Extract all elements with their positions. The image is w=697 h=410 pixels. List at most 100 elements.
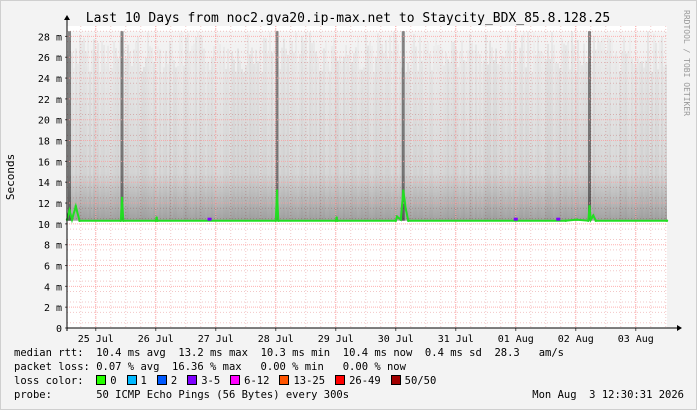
loss-marker [556, 217, 561, 221]
loss-color-swatch [187, 375, 198, 385]
data-point [395, 215, 399, 218]
packet-loss-values: 0.07 % avg 16.36 % max 0.00 % min 0.00 %… [96, 361, 406, 373]
data-point [402, 189, 405, 192]
loss-color-legend: 0 1 2 3-5 6-12 13-25 26-49 50/50 [96, 375, 446, 387]
loss-marker [513, 217, 518, 221]
loss-color-item-label: 6-12 [244, 375, 270, 387]
x-tick-label: 30 Jul [378, 334, 414, 345]
data-point [156, 219, 159, 222]
y-tick-label: 0 [56, 324, 62, 335]
x-axis-arrow [677, 325, 682, 331]
data-point [122, 219, 125, 222]
data-point [74, 204, 77, 208]
loss-color-item: 3-5 [187, 375, 220, 387]
probe-description: 50 ICMP Echo Pings (56 Bytes) every 300s [96, 389, 350, 401]
loss-color-item: 0 [96, 375, 117, 387]
data-point [564, 219, 567, 222]
plot-area: 0 2 m 4 m 6 m 8 m 10 m 12 m 14 m 16 m 18 m 20 m 22 … [38, 15, 682, 345]
loss-color-item: 26-49 [335, 375, 381, 387]
loss-color-item-label: 0 [110, 375, 117, 387]
y-tick-label: 18 m [38, 137, 62, 148]
x-tick-label: 25 Jul [78, 334, 114, 345]
packet-loss-row: packet loss: 0.07 % avg 16.36 % max 0.00… [14, 361, 406, 374]
packet-loss-label: packet loss: [14, 361, 90, 373]
loss-color-swatch [126, 375, 137, 385]
data-point [274, 219, 277, 222]
smoke-spike [120, 31, 124, 221]
probe-label: probe: [14, 389, 52, 401]
y-tick-label: 14 m [38, 178, 62, 189]
x-tick-label: 03 Aug [618, 334, 654, 345]
data-point [592, 214, 595, 217]
loss-color-item-label: 26-49 [349, 375, 381, 387]
data-point [407, 219, 410, 222]
y-tick-label: 6 m [44, 262, 62, 273]
y-tick-label: 4 m [44, 282, 62, 293]
y-tick-label: 20 m [38, 116, 62, 127]
data-point [335, 216, 338, 219]
y-tick-label: 12 m [38, 199, 62, 210]
y-tick-label: 22 m [38, 95, 62, 106]
x-tick-label: 02 Aug [558, 334, 594, 345]
y-axis-label: Seconds [4, 154, 17, 200]
data-point [404, 208, 407, 211]
data-point [589, 218, 592, 221]
loss-color-item-label: 50/50 [404, 375, 437, 387]
watermark-label: RRDTOOL / TOBI OETIKER [682, 10, 691, 116]
data-point [394, 219, 397, 222]
probe-row: probe: 50 ICMP Echo Pings (56 Bytes) eve… [14, 389, 684, 402]
loss-color-item: 2 [156, 375, 178, 387]
loss-color-swatch [279, 375, 290, 385]
probe-timestamp: Mon Aug 3 12:30:31 2026 [532, 389, 684, 401]
data-point [78, 219, 81, 222]
x-tick-label: 28 Jul [258, 334, 294, 345]
x-tick-label: 29 Jul [318, 334, 354, 345]
data-point [665, 219, 669, 222]
median-rtt-row: median rtt: 10.4 ms avg 13.2 ms max 10.3… [14, 347, 564, 360]
x-tick-label: 26 Jul [138, 334, 174, 345]
loss-color-item-label: 3-5 [201, 375, 221, 387]
x-tick-label: 01 Aug [498, 334, 534, 345]
loss-color-item: 6-12 [230, 375, 269, 387]
loss-color-swatch [390, 375, 401, 385]
loss-color-item-label: 1 [140, 375, 147, 387]
data-point [70, 218, 74, 221]
data-point [336, 219, 339, 222]
y-tick-label: 2 m [44, 303, 62, 314]
loss-color-swatch [335, 375, 346, 385]
data-point [68, 209, 71, 212]
loss-color-item: 50/50 [390, 375, 437, 387]
smoke-spike [68, 31, 71, 221]
y-tick-label: 26 m [38, 53, 62, 64]
data-point [277, 219, 280, 222]
x-tick-label: 31 Jul [438, 334, 474, 345]
y-axis-arrow [64, 15, 70, 20]
data-point [575, 218, 579, 221]
loss-color-item-label: 13-25 [293, 375, 326, 387]
y-tick-label: 8 m [44, 241, 62, 252]
data-point [119, 219, 122, 222]
y-tick-label: 16 m [38, 157, 62, 168]
x-tick-label: 27 Jul [198, 334, 234, 345]
data-point [275, 189, 279, 192]
loss-marker [207, 217, 212, 221]
loss-color-item-label: 2 [170, 375, 178, 387]
loss-color-swatch [230, 375, 241, 385]
y-tick-label: 24 m [38, 74, 62, 85]
loss-color-swatch [96, 375, 107, 385]
loss-color-item: 1 [126, 375, 147, 387]
loss-color-row: loss color: 0 1 2 3-5 6-12 13-25 26-49 50/50 [14, 375, 446, 388]
data-point [155, 216, 158, 219]
data-point [399, 218, 402, 221]
data-point [587, 219, 590, 222]
y-tick-label: 10 m [38, 220, 62, 231]
data-point [594, 219, 597, 222]
median-rtt-values: 10.4 ms avg 13.2 ms max 10.3 ms min 10.4… [96, 347, 564, 359]
loss-color-item: 13-25 [279, 375, 325, 387]
data-point [120, 196, 124, 200]
smoke-spike [588, 31, 591, 221]
y-tick-label: 28 m [38, 32, 62, 43]
latency-chart: Last 10 Days from noc2.gva20.ip-max.net … [4, 10, 691, 345]
data-point [588, 204, 591, 208]
chart-title: Last 10 Days from noc2.gva20.ip-max.net … [86, 11, 610, 26]
